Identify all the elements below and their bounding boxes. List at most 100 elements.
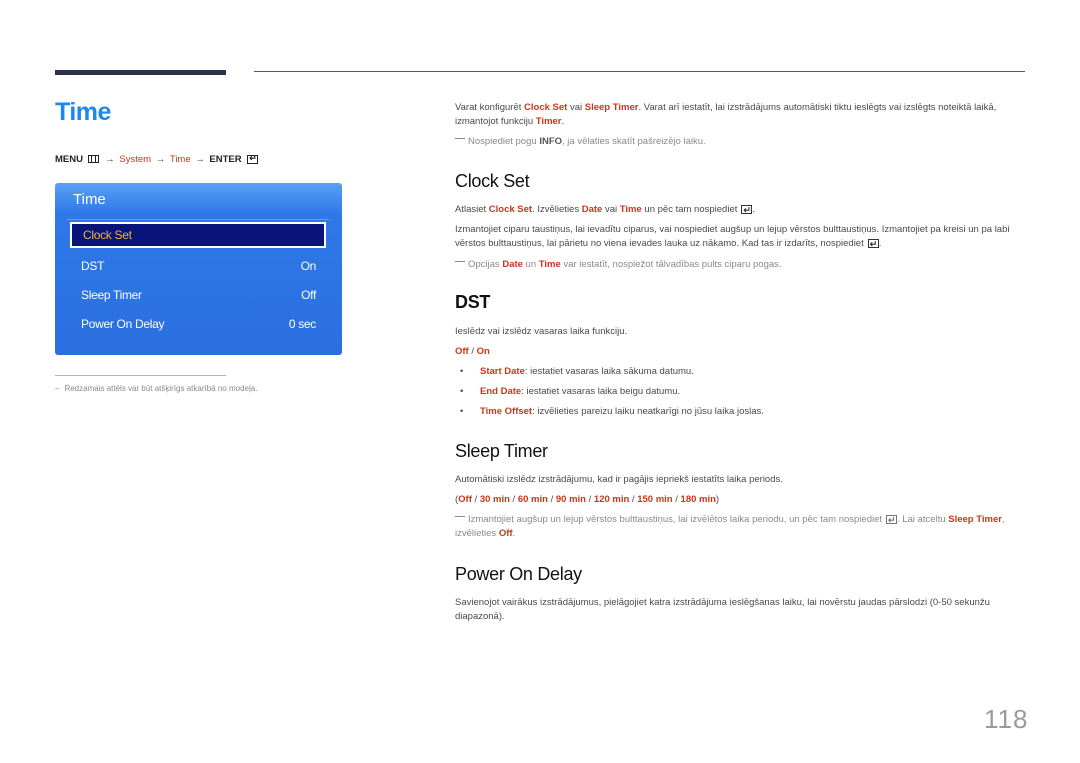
option: 60 min <box>517 494 548 505</box>
menu-label: MENU <box>55 154 83 165</box>
sleep-timer-description: Automātiski izslēdz izstrādājumu, kad ir… <box>455 474 783 485</box>
enter-icon <box>886 513 898 527</box>
option: Off <box>458 494 472 505</box>
enter-label: ENTER <box>209 154 242 165</box>
text: . <box>561 116 565 127</box>
term-time: Time <box>538 259 561 270</box>
intro-paragraph: Varat konfigurēt Clock Set vai Sleep Tim… <box>455 101 1027 129</box>
term-timer: Timer <box>535 116 562 127</box>
heading-clock-set: Clock Set <box>455 171 530 191</box>
note-marker <box>455 138 465 139</box>
text: Nospiediet pogu <box>468 136 540 147</box>
menu-path-time: Time <box>169 154 191 165</box>
clock-set-paragraph-2: Izmantojiet ciparu taustiņus, lai ievadī… <box>455 223 1027 251</box>
osd-item-sleep-timer[interactable]: Sleep Timer Off <box>70 282 326 308</box>
clock-set-paragraph-1: Atlasiet Clock Set. Izvēlieties Date vai… <box>455 203 1027 217</box>
text: un pēc tam nospiediet <box>641 204 738 215</box>
osd-title: Time <box>73 191 106 208</box>
header-bar-thin <box>254 71 1025 72</box>
sleep-timer-note: Izmantojiet augšup un lejup vērstos bult… <box>455 513 1027 541</box>
text: Opcijas <box>468 259 503 270</box>
text: : iestatiet vasaras laika sākuma datumu. <box>524 366 694 377</box>
arrow: → <box>155 154 166 165</box>
dst-bullet-time-offset: • Time Offset: izvēlieties pareizu laiku … <box>460 405 764 419</box>
text: . Lai atceltu <box>897 514 949 525</box>
osd-item-value: 0 sec <box>288 317 316 331</box>
footnote-text: Redzamais attēls var būt atšķirīgs atkar… <box>64 384 258 393</box>
text: , ja vēlaties skatīt pašreizējo laiku. <box>562 136 706 147</box>
osd-item-label: Sleep Timer <box>81 288 142 302</box>
dst-bullet-end-date: • End Date: iestatiet vasaras laika beigu… <box>460 385 680 399</box>
term-date: Date <box>581 204 603 215</box>
term: Time Offset <box>480 406 533 417</box>
osd-divider <box>67 219 329 220</box>
osd-item-label: Power On Delay <box>81 317 165 331</box>
term: End Date <box>480 386 522 397</box>
intro-note: Nospiediet pogu INFO, ja vēlaties skatīt… <box>455 135 1027 149</box>
menu-path-system: System <box>119 154 152 165</box>
bullet-dot: • <box>460 386 464 397</box>
heading-power-on-delay: Power On Delay <box>455 564 582 584</box>
option: 150 min <box>637 494 673 505</box>
term-clock-set: Clock Set <box>488 204 533 215</box>
osd-item-value: Off <box>301 288 316 302</box>
option: 120 min <box>593 494 630 505</box>
arrow: → <box>195 154 205 165</box>
osd-item-clock-set[interactable]: Clock Set <box>70 222 326 248</box>
option-off: Off <box>455 346 469 357</box>
option: 30 min <box>479 494 510 505</box>
osd-item-power-on-delay[interactable]: Power On Delay 0 sec <box>70 311 326 337</box>
term: Start Date <box>480 366 525 377</box>
osd-item-value: On <box>300 259 317 273</box>
text: vai <box>567 102 585 113</box>
header-bar-thick <box>55 70 226 75</box>
note-marker <box>455 516 465 517</box>
term-clock-set: Clock Set <box>524 102 568 113</box>
power-on-delay-description: Savienojot vairākus izstrādājumus, pielā… <box>455 597 990 622</box>
text: : izvēlieties pareizu laiku neatkarīgi n… <box>532 406 764 417</box>
bullet-dot: • <box>460 406 464 417</box>
text: : iestatiet vasaras laika beigu datumu. <box>521 386 681 397</box>
text: Izmantojiet ciparu taustiņus, lai ievadī… <box>455 224 1010 249</box>
sleep-timer-options: (Off / 30 min / 60 min / 90 min / 120 mi… <box>455 494 720 505</box>
heading-dst: DST <box>455 292 491 312</box>
term-info: INFO <box>539 136 563 147</box>
option: 180 min <box>680 494 716 505</box>
term-date: Date <box>502 259 523 270</box>
arrow: → <box>105 154 115 165</box>
separator: / <box>468 346 477 357</box>
bullet-dot: • <box>460 366 464 377</box>
text: un <box>522 259 539 270</box>
text: Varat konfigurēt <box>455 102 525 113</box>
term-off: Off <box>498 528 513 539</box>
osd-item-label: DST <box>81 259 105 273</box>
text: vai <box>602 204 620 215</box>
text: . <box>512 528 516 539</box>
footnote: – Redzamais attēls var būt atšķirīgs atka… <box>55 384 257 393</box>
text: var iestatīt, nospiežot tālvadības pults… <box>560 259 782 270</box>
dst-bullet-start-date: • Start Date: iestatiet vasaras laika sāk… <box>460 365 694 379</box>
option-on: On <box>476 346 490 357</box>
enter-icon <box>867 237 879 251</box>
footnote-divider <box>55 375 226 376</box>
note-marker <box>455 261 465 262</box>
text: . Izvēlieties <box>532 204 582 215</box>
dst-description: Ieslēdz vai izslēdz vasaras laika funkci… <box>455 326 628 337</box>
page-title: Time <box>55 98 111 126</box>
dst-options: Off / On <box>455 345 1027 359</box>
osd-time-menu: Time Clock Set DST On Sleep Timer Off Po… <box>55 183 342 355</box>
heading-sleep-timer: Sleep Timer <box>455 441 548 461</box>
clock-set-note: Opcijas Date un Time var iestatīt, nospi… <box>455 258 1027 272</box>
term-sleep-timer: Sleep Timer <box>584 102 639 113</box>
menu-path: MENU → System → Time → ENTER <box>55 153 259 165</box>
enter-icon <box>741 203 753 217</box>
term-time: Time <box>619 204 642 215</box>
option: 90 min <box>555 494 586 505</box>
enter-icon <box>247 153 259 164</box>
footnote-dash: – <box>55 384 60 393</box>
menu-icon <box>87 155 99 164</box>
text: Izmantojiet augšup un lejup vērstos bult… <box>468 514 883 525</box>
osd-item-label: Clock Set <box>83 228 132 242</box>
osd-item-dst[interactable]: DST On <box>70 253 326 279</box>
page-number: 118 <box>984 704 1029 734</box>
